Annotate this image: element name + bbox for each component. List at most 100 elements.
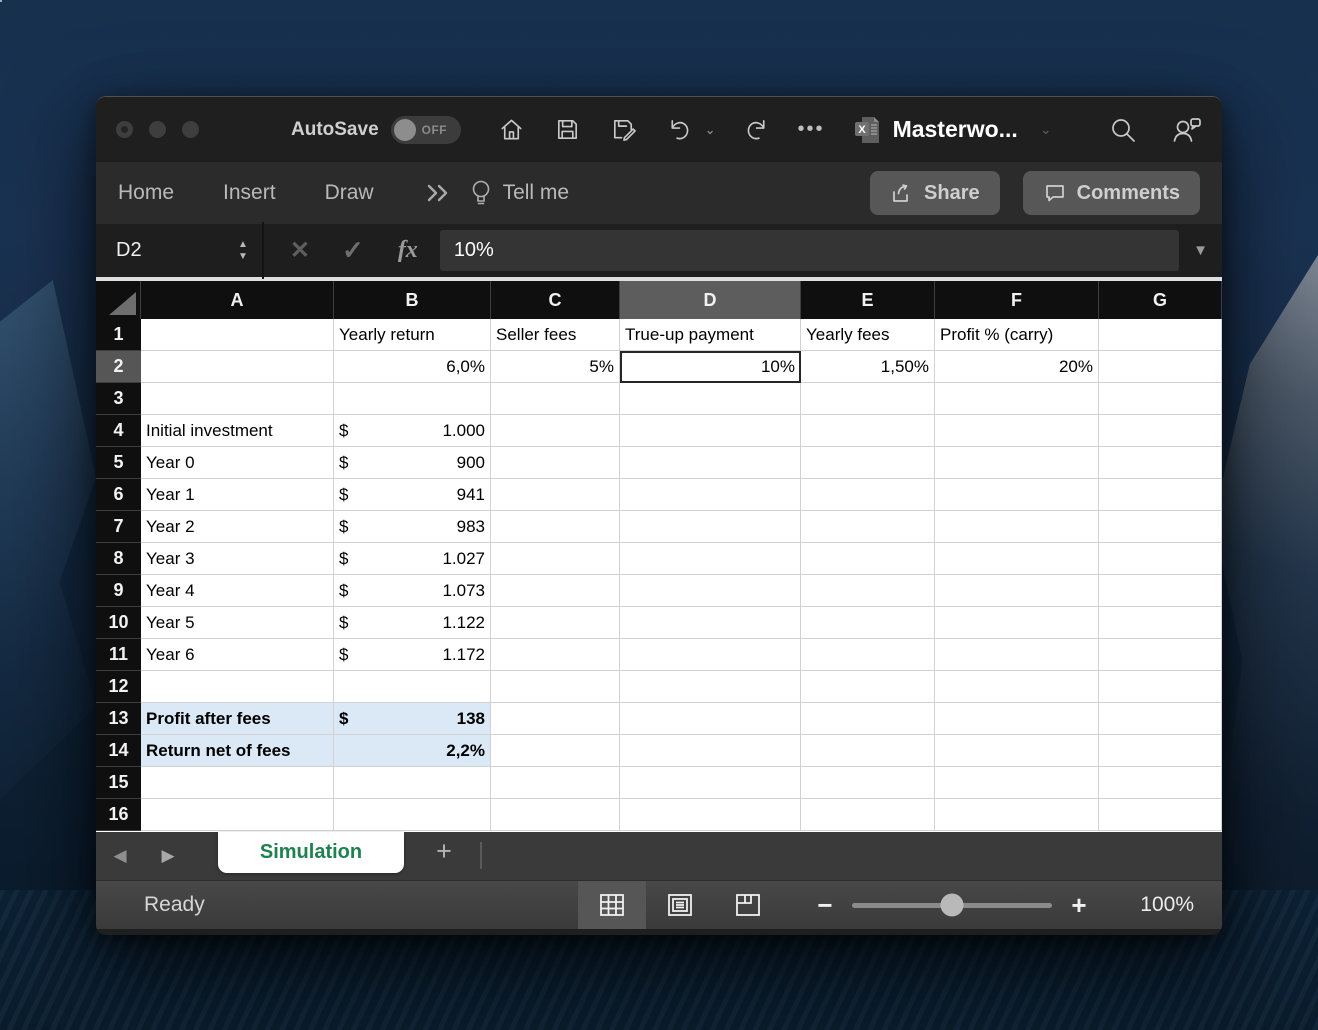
cell-E4[interactable] bbox=[801, 415, 935, 447]
cell-F2[interactable]: 20% bbox=[935, 351, 1099, 383]
cell-D10[interactable] bbox=[620, 607, 801, 639]
page-break-view-icon[interactable] bbox=[714, 881, 782, 929]
cell-G6[interactable] bbox=[1099, 479, 1222, 511]
cell-D9[interactable] bbox=[620, 575, 801, 607]
cell-F4[interactable] bbox=[935, 415, 1099, 447]
cell-G2[interactable] bbox=[1099, 351, 1222, 383]
cell-A12[interactable] bbox=[141, 671, 334, 703]
cell-B13[interactable]: $138 bbox=[334, 703, 491, 735]
zoom-slider[interactable] bbox=[852, 893, 1052, 917]
cell-D6[interactable] bbox=[620, 479, 801, 511]
cell-G4[interactable] bbox=[1099, 415, 1222, 447]
redo-icon[interactable] bbox=[742, 115, 772, 145]
more-commands-icon[interactable]: ••• bbox=[798, 118, 825, 141]
cell-B3[interactable] bbox=[334, 383, 491, 415]
insert-function-icon[interactable]: fx bbox=[398, 237, 418, 264]
previous-sheet-icon[interactable]: ◀ bbox=[96, 846, 144, 866]
cell-C1[interactable]: Seller fees bbox=[491, 319, 620, 351]
cell-A5[interactable]: Year 0 bbox=[141, 447, 334, 479]
cell-C2[interactable]: 5% bbox=[491, 351, 620, 383]
cell-B8[interactable]: $1.027 bbox=[334, 543, 491, 575]
row-header-14[interactable]: 14 bbox=[96, 735, 141, 767]
cell-B15[interactable] bbox=[334, 767, 491, 799]
save-as-icon[interactable] bbox=[609, 115, 639, 145]
cell-A15[interactable] bbox=[141, 767, 334, 799]
zoom-out-icon[interactable]: − bbox=[810, 890, 840, 921]
cell-F1[interactable]: Profit % (carry) bbox=[935, 319, 1099, 351]
cell-A13[interactable]: Profit after fees bbox=[141, 703, 334, 735]
share-button[interactable]: Share bbox=[870, 171, 1000, 215]
row-header-13[interactable]: 13 bbox=[96, 703, 141, 735]
cell-G16[interactable] bbox=[1099, 799, 1222, 831]
normal-view-icon[interactable] bbox=[578, 881, 646, 929]
close-window-button[interactable] bbox=[116, 121, 133, 138]
page-layout-view-icon[interactable] bbox=[646, 881, 714, 929]
cell-B6[interactable]: $941 bbox=[334, 479, 491, 511]
cell-C6[interactable] bbox=[491, 479, 620, 511]
zoom-slider-thumb[interactable] bbox=[940, 893, 964, 917]
cell-F6[interactable] bbox=[935, 479, 1099, 511]
cell-C11[interactable] bbox=[491, 639, 620, 671]
autosave-toggle[interactable]: OFF bbox=[390, 115, 461, 144]
cell-A11[interactable]: Year 6 bbox=[141, 639, 334, 671]
search-icon[interactable] bbox=[1108, 115, 1138, 145]
cell-F7[interactable] bbox=[935, 511, 1099, 543]
cell-E14[interactable] bbox=[801, 735, 935, 767]
cell-F14[interactable] bbox=[935, 735, 1099, 767]
enter-icon[interactable]: ✓ bbox=[342, 235, 364, 266]
save-icon[interactable] bbox=[553, 115, 583, 145]
row-header-5[interactable]: 5 bbox=[96, 447, 141, 479]
cell-G5[interactable] bbox=[1099, 447, 1222, 479]
add-sheet-icon[interactable]: + bbox=[426, 836, 462, 867]
column-header-A[interactable]: A bbox=[141, 281, 334, 319]
row-header-10[interactable]: 10 bbox=[96, 607, 141, 639]
cell-A3[interactable] bbox=[141, 383, 334, 415]
cell-C16[interactable] bbox=[491, 799, 620, 831]
cell-G9[interactable] bbox=[1099, 575, 1222, 607]
row-header-15[interactable]: 15 bbox=[96, 767, 141, 799]
cell-B7[interactable]: $983 bbox=[334, 511, 491, 543]
cell-A6[interactable]: Year 1 bbox=[141, 479, 334, 511]
tab-insert[interactable]: Insert bbox=[223, 181, 276, 205]
minimize-window-button[interactable] bbox=[149, 121, 166, 138]
cell-B4[interactable]: $1.000 bbox=[334, 415, 491, 447]
cell-D16[interactable] bbox=[620, 799, 801, 831]
cell-B12[interactable] bbox=[334, 671, 491, 703]
cell-D14[interactable] bbox=[620, 735, 801, 767]
cell-F10[interactable] bbox=[935, 607, 1099, 639]
cell-G13[interactable] bbox=[1099, 703, 1222, 735]
cell-G14[interactable] bbox=[1099, 735, 1222, 767]
cell-D3[interactable] bbox=[620, 383, 801, 415]
cell-D12[interactable] bbox=[620, 671, 801, 703]
cell-A16[interactable] bbox=[141, 799, 334, 831]
cell-F8[interactable] bbox=[935, 543, 1099, 575]
title-dropdown-chevron-icon[interactable]: ⌄ bbox=[1040, 121, 1052, 138]
cell-C9[interactable] bbox=[491, 575, 620, 607]
next-sheet-icon[interactable]: ▶ bbox=[144, 846, 192, 866]
formula-bar-expand-icon[interactable]: ▼ bbox=[1179, 242, 1222, 259]
cell-D15[interactable] bbox=[620, 767, 801, 799]
row-header-7[interactable]: 7 bbox=[96, 511, 141, 543]
cell-G3[interactable] bbox=[1099, 383, 1222, 415]
row-header-2[interactable]: 2 bbox=[96, 351, 141, 383]
cell-A14[interactable]: Return net of fees bbox=[141, 735, 334, 767]
name-box[interactable]: D2 bbox=[96, 239, 238, 262]
cell-B2[interactable]: 6,0% bbox=[334, 351, 491, 383]
cell-D13[interactable] bbox=[620, 703, 801, 735]
column-header-E[interactable]: E bbox=[801, 281, 935, 319]
cell-E9[interactable] bbox=[801, 575, 935, 607]
cell-E13[interactable] bbox=[801, 703, 935, 735]
cell-E5[interactable] bbox=[801, 447, 935, 479]
cell-B14[interactable]: 2,2% bbox=[334, 735, 491, 767]
cell-B10[interactable]: $1.122 bbox=[334, 607, 491, 639]
cell-E6[interactable] bbox=[801, 479, 935, 511]
row-header-11[interactable]: 11 bbox=[96, 639, 141, 671]
cell-G12[interactable] bbox=[1099, 671, 1222, 703]
cell-C14[interactable] bbox=[491, 735, 620, 767]
cell-D2[interactable]: 10% bbox=[620, 351, 801, 383]
cell-C5[interactable] bbox=[491, 447, 620, 479]
cell-E11[interactable] bbox=[801, 639, 935, 671]
cell-D8[interactable] bbox=[620, 543, 801, 575]
cell-G7[interactable] bbox=[1099, 511, 1222, 543]
zoom-in-icon[interactable]: + bbox=[1064, 890, 1094, 921]
